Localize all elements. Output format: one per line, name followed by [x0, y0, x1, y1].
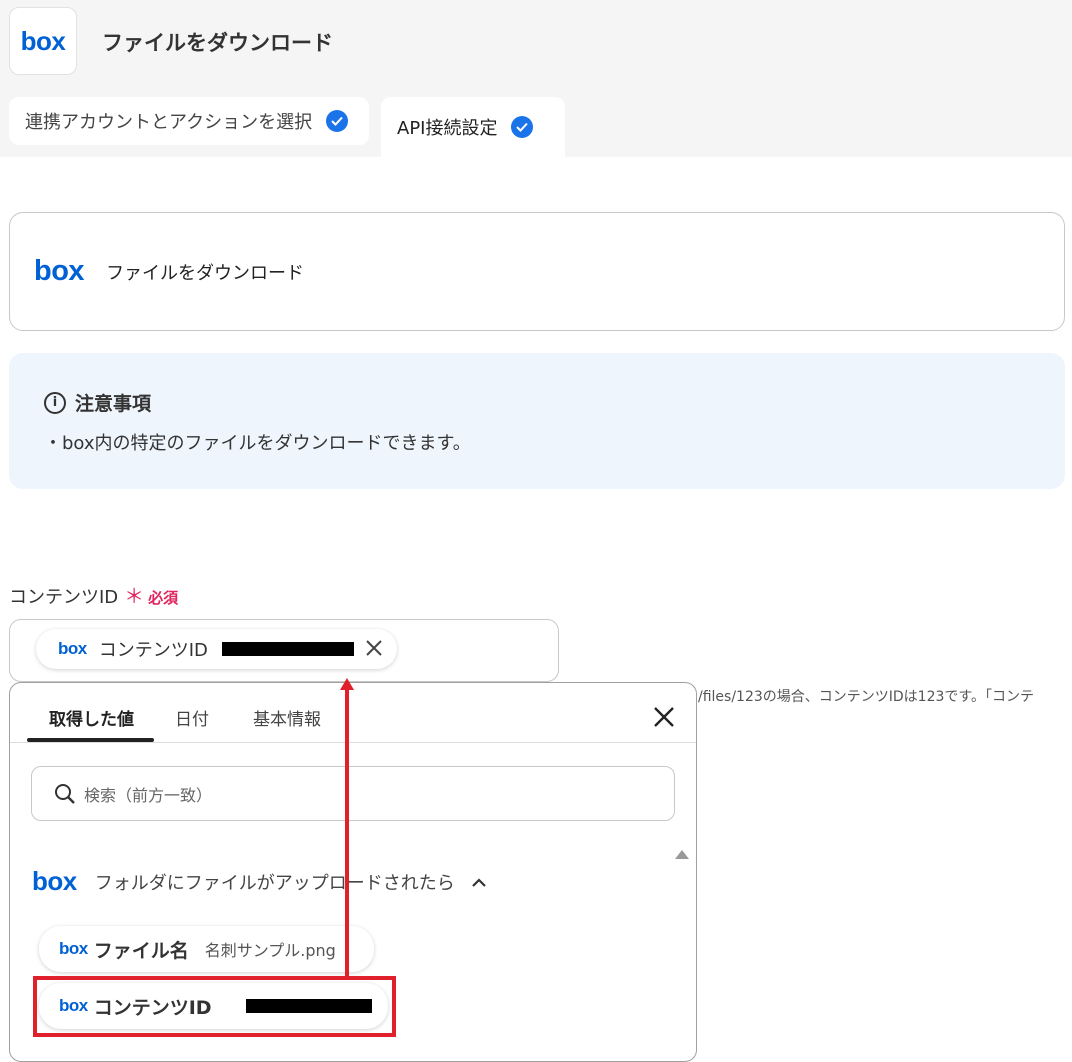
highlight-box: [33, 976, 396, 1037]
search-icon: [55, 783, 75, 804]
check-icon: [326, 110, 349, 132]
box-logo: box: [58, 639, 87, 658]
box-logo: box: [9, 7, 77, 75]
search-input[interactable]: 検索（前方一致）: [31, 766, 675, 821]
tab-api-settings[interactable]: API接続設定: [381, 97, 565, 157]
notice-heading: i 注意事項: [44, 389, 151, 416]
check-icon: [511, 116, 534, 138]
box-logo: box: [32, 866, 77, 896]
field-label-text: コンテンツID: [9, 587, 119, 608]
tab-acquired-values[interactable]: 取得した値: [49, 705, 134, 730]
action-title: ファイルをダウンロード: [106, 262, 305, 284]
close-icon[interactable]: [363, 637, 385, 659]
tab-date[interactable]: 日付: [175, 705, 209, 730]
notice-panel: i 注意事項 ・box内の特定のファイルをダウンロードできます。: [9, 353, 1065, 489]
action-card: box ファイルをダウンロード: [9, 212, 1065, 331]
tab-basic-info[interactable]: 基本情報: [253, 705, 321, 730]
redacted-value: [221, 642, 354, 656]
close-icon[interactable]: [652, 705, 676, 729]
box-logo-text: box: [20, 25, 66, 56]
item-label: ファイル名: [93, 939, 189, 962]
tab-label: API接続設定: [397, 118, 498, 139]
notice-heading-text: 注意事項: [75, 393, 152, 415]
chevron-up-icon: [471, 877, 486, 887]
search-placeholder: 検索（前方一致）: [84, 785, 213, 805]
top-bar: box ファイルをダウンロード 連携アカウントとアクションを選択 API接続設定: [0, 0, 1072, 157]
box-logo: box: [34, 255, 85, 287]
info-icon: i: [44, 391, 66, 414]
help-text: /files/123の場合、コンテンツIDは123です。「コンテ: [698, 689, 1035, 705]
notice-text: ・box内の特定のファイルをダウンロードできます。: [44, 433, 471, 454]
tab-account-action[interactable]: 連携アカウントとアクションを選択: [9, 97, 369, 145]
chip-label: コンテンツID: [98, 640, 208, 661]
box-logo: box: [59, 939, 88, 958]
picker-tabs: 取得した値 日付 基本情報: [10, 683, 696, 743]
picker-group-header[interactable]: box フォルダにファイルがアップロードされたら: [32, 866, 487, 897]
content-id-chip[interactable]: box コンテンツID: [36, 629, 397, 669]
required-text: 必須: [148, 589, 179, 607]
required-mark: ＊: [124, 584, 145, 608]
annotation-arrow-head: [340, 678, 354, 690]
active-tab-indicator: [27, 738, 154, 742]
page-title: ファイルをダウンロード: [102, 31, 333, 55]
scroll-up-icon[interactable]: [675, 850, 689, 859]
item-value: 名刺サンプル.png: [204, 941, 336, 960]
group-title: フォルダにファイルがアップロードされたら: [94, 872, 455, 894]
content-id-label: コンテンツID ＊ 必須: [9, 580, 178, 609]
annotation-arrow-line: [345, 688, 349, 978]
tab-label: 連携アカウントとアクションを選択: [25, 112, 313, 133]
picker-item-file-name[interactable]: box ファイル名 名刺サンプル.png: [39, 926, 374, 972]
